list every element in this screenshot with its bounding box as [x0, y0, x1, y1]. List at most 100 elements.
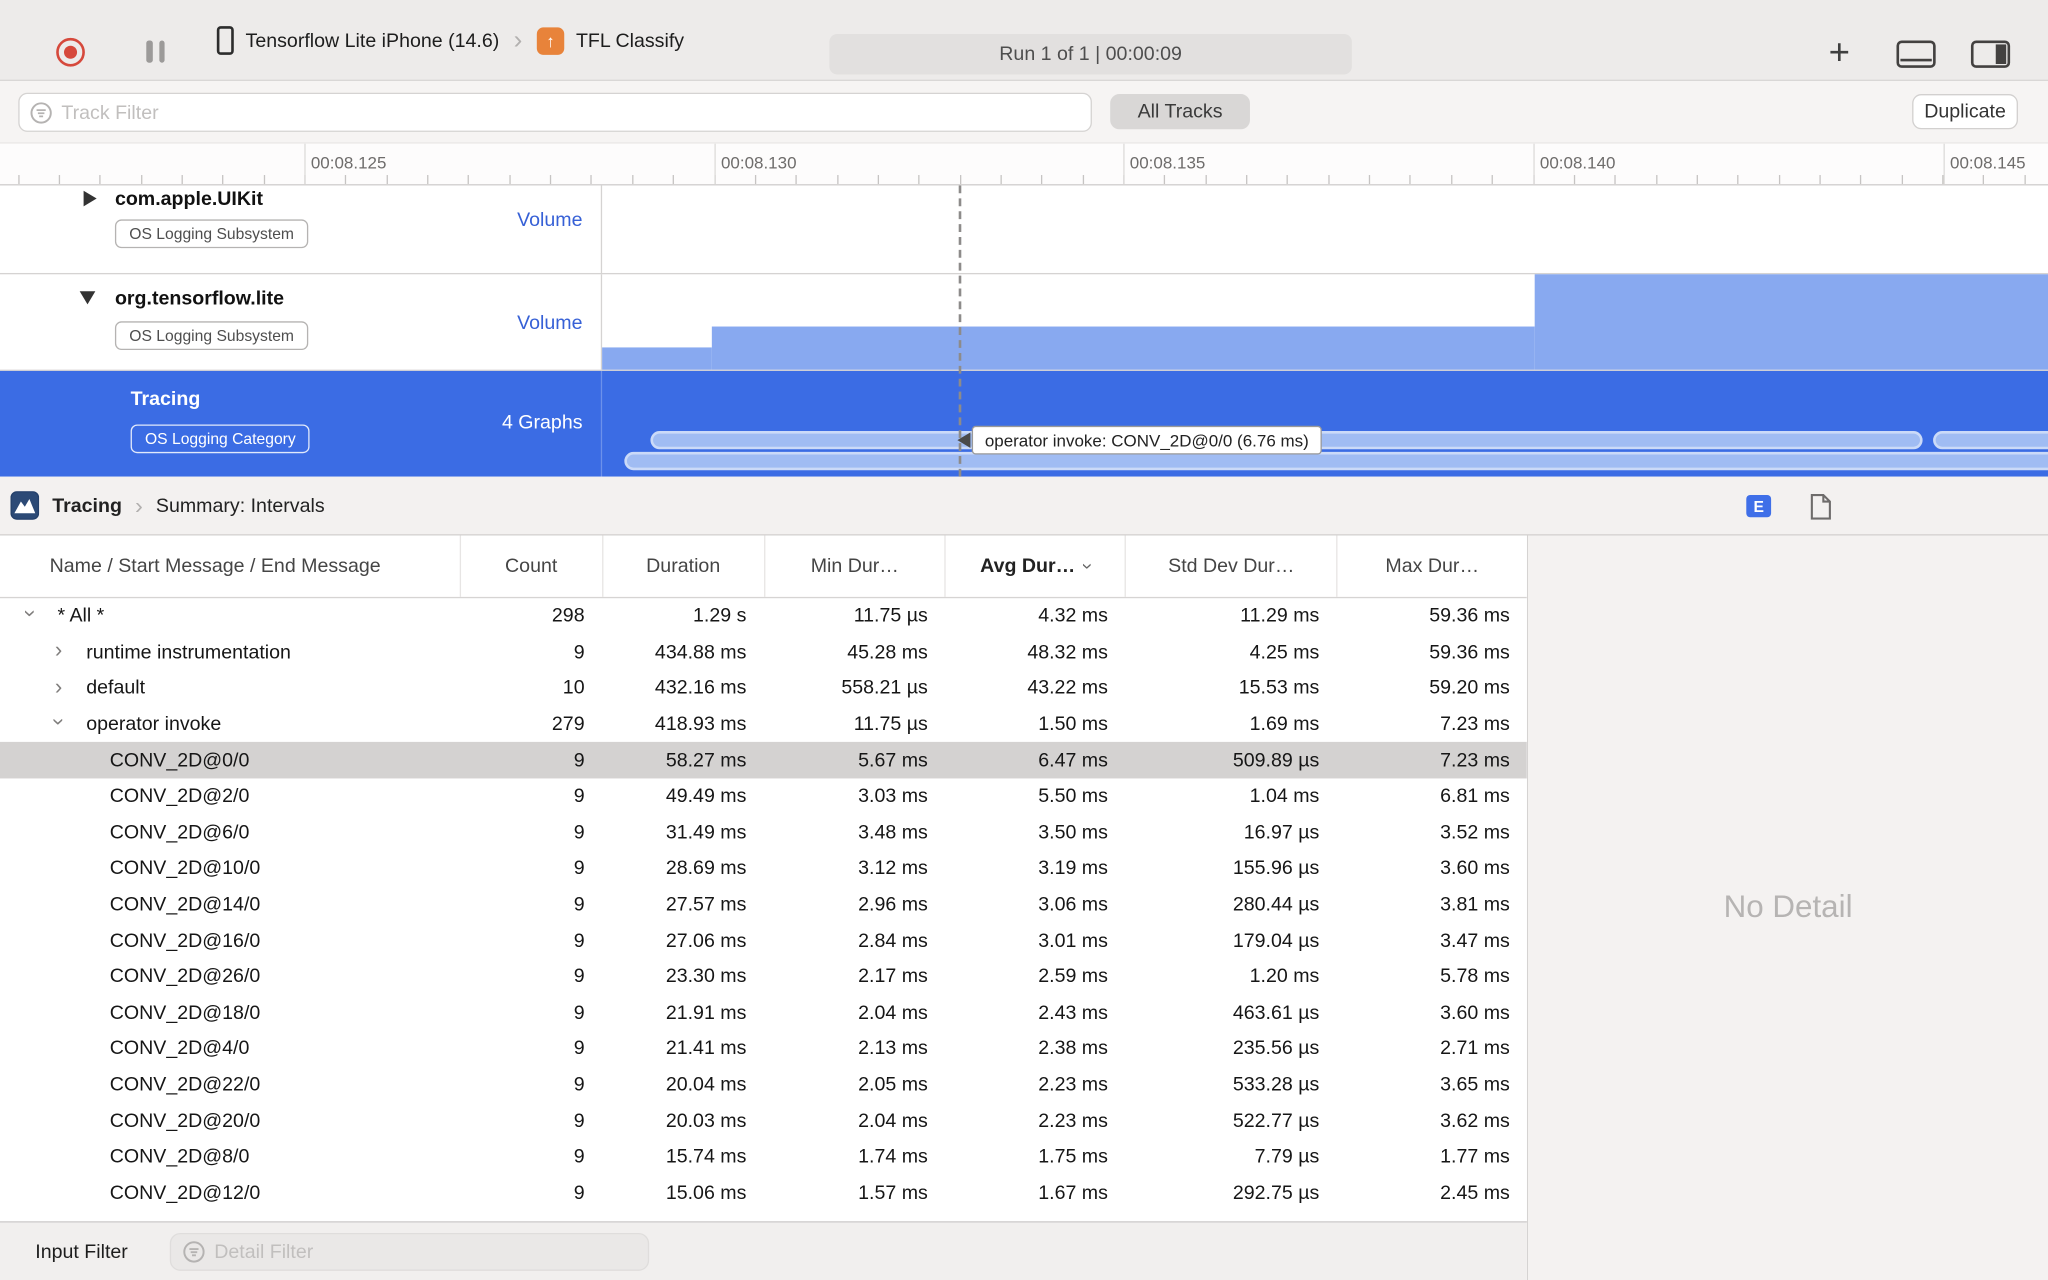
- column-header-avg-sorted[interactable]: Avg Dur… ›: [944, 535, 1125, 597]
- row-std-cell: 11.29 ms: [1240, 605, 1320, 628]
- track-list: com.apple.UIKit OS Logging Subsystem Vol…: [0, 185, 2048, 477]
- row-duration-cell: 21.41 ms: [665, 1037, 747, 1060]
- ruler-tick: [345, 175, 347, 185]
- device-name[interactable]: Tensorflow Lite iPhone (14.6): [246, 29, 500, 51]
- disclosure-collapsed-icon[interactable]: ›: [55, 674, 62, 700]
- row-max-cell: 7.23 ms: [1440, 749, 1510, 772]
- column-header-stddev[interactable]: Std Dev Dur…: [1124, 535, 1336, 597]
- ruler-tick: [918, 175, 920, 185]
- track-filter-field[interactable]: [18, 92, 1092, 132]
- all-tracks-button[interactable]: All Tracks: [1110, 94, 1250, 130]
- table-row[interactable]: CONV_2D@20/0 9 20.03 ms 2.04 ms 2.23 ms 522.7…: [0, 1103, 1527, 1139]
- table-row[interactable]: CONV_2D@6/0 9 31.49 ms 3.48 ms 3.50 ms 16.97 …: [0, 814, 1527, 850]
- track-header[interactable]: Tracing OS Logging Category 4 Graphs: [0, 370, 603, 477]
- interval-bar[interactable]: [1933, 431, 2048, 450]
- disclosure-collapsed-icon[interactable]: ›: [55, 638, 62, 664]
- input-filter-label[interactable]: Input Filter: [35, 1223, 128, 1280]
- row-min-cell: 2.04 ms: [858, 1109, 928, 1132]
- table-row[interactable]: CONV_2D@18/0 9 21.91 ms 2.04 ms 2.43 ms 463.6…: [0, 995, 1527, 1031]
- ruler-tick: [2024, 175, 2026, 185]
- row-duration-cell: 1.29 s: [693, 605, 747, 628]
- track-graph-area[interactable]: [602, 185, 2048, 273]
- column-header-count[interactable]: Count: [459, 535, 601, 597]
- toggle-right-panel-button[interactable]: [1970, 40, 2011, 68]
- track-header[interactable]: org.tensorflow.lite OS Logging Subsystem…: [0, 274, 603, 370]
- table-row[interactable]: › * All * 298 1.29 s 11.75 µs 4.32 ms 11.29 ms…: [0, 598, 1527, 634]
- ruler-tick: [1205, 175, 1207, 185]
- duplicate-button[interactable]: Duplicate: [1912, 94, 2018, 130]
- table-row[interactable]: › default 10 432.16 ms 558.21 µs 43.22 ms 15.5…: [0, 670, 1527, 706]
- disclosure-expanded-icon[interactable]: [79, 291, 96, 305]
- row-std-cell: 1.69 ms: [1249, 713, 1320, 736]
- column-header-name[interactable]: Name / Start Message / End Message: [0, 536, 459, 597]
- run-status-display[interactable]: Run 1 of 1 | 00:00:09: [829, 33, 1352, 75]
- device-target-selector[interactable]: Tensorflow Lite iPhone (14.6) › ↑ TFL Cl…: [216, 0, 684, 81]
- pause-bar-icon: [146, 40, 153, 63]
- table-row[interactable]: › operator invoke 279 418.93 ms 11.75 µs 1.50…: [0, 706, 1527, 742]
- ruler-major-tick: [304, 143, 306, 185]
- detail-filter-input[interactable]: [214, 1240, 637, 1264]
- table-row[interactable]: CONV_2D@22/0 9 20.04 ms 2.05 ms 2.23 ms 533.2…: [0, 1067, 1527, 1103]
- expanded-detail-button[interactable]: E: [1746, 495, 1772, 518]
- column-header-max[interactable]: Max Dur…: [1336, 535, 1527, 597]
- row-name-cell: CONV_2D@16/0: [0, 923, 459, 959]
- table-row[interactable]: CONV_2D@14/0 9 27.57 ms 2.96 ms 3.06 ms 280.4…: [0, 887, 1527, 923]
- row-count-cell: 9: [573, 965, 585, 988]
- add-instrument-button[interactable]: +: [1829, 31, 1850, 73]
- track-row-tensorflow[interactable]: org.tensorflow.lite OS Logging Subsystem…: [0, 274, 2048, 371]
- table-row[interactable]: CONV_2D@12/0 9 15.06 ms 1.57 ms 1.67 ms 292.7…: [0, 1175, 1527, 1211]
- table-row[interactable]: CONV_2D@10/0 9 28.69 ms 3.12 ms 3.19 ms 155.9…: [0, 850, 1527, 886]
- row-min-cell: 11.75 µs: [853, 605, 928, 628]
- breadcrumb-instrument[interactable]: Tracing: [52, 494, 122, 516]
- detail-filter-field[interactable]: [169, 1232, 650, 1271]
- target-name[interactable]: TFL Classify: [576, 29, 684, 51]
- track-filter-input[interactable]: [61, 101, 1081, 124]
- row-duration-cell: 15.06 ms: [665, 1181, 747, 1204]
- disclosure-collapsed-icon[interactable]: [83, 190, 97, 207]
- row-duration-cell: 432.16 ms: [654, 677, 747, 700]
- row-count-cell: 9: [573, 893, 585, 916]
- volume-area-segment: [1534, 274, 2048, 370]
- table-row[interactable]: › runtime instrumentation 9 434.88 ms 45.28 …: [0, 634, 1527, 670]
- ruler-tick: [58, 175, 60, 185]
- ruler-tick: [1409, 175, 1412, 185]
- disclosure-expanded-icon[interactable]: ›: [45, 718, 72, 725]
- column-header-duration[interactable]: Duration: [601, 535, 764, 597]
- track-header[interactable]: com.apple.UIKit OS Logging Subsystem Vol…: [0, 185, 603, 273]
- table-row[interactable]: CONV_2D@0/0 9 58.27 ms 5.67 ms 6.47 ms 509.89…: [0, 742, 1527, 779]
- track-row-tracing-selected[interactable]: Tracing OS Logging Category 4 Graphs ope…: [0, 370, 2048, 477]
- ruler-tick: [836, 175, 838, 185]
- column-header-min[interactable]: Min Dur…: [763, 535, 944, 597]
- table-row[interactable]: CONV_2D@16/0 9 27.06 ms 2.84 ms 3.01 ms 179.0…: [0, 923, 1527, 959]
- row-duration-cell: 28.69 ms: [665, 857, 747, 880]
- document-icon[interactable]: [1810, 493, 1831, 520]
- row-min-cell: 5.67 ms: [858, 749, 928, 772]
- track-meta-label[interactable]: Volume: [517, 312, 582, 334]
- record-button[interactable]: [56, 37, 85, 67]
- table-row[interactable]: CONV_2D@8/0 9 15.74 ms 1.74 ms 1.75 ms 7.79 µ…: [0, 1139, 1527, 1175]
- interval-bar[interactable]: [624, 451, 2048, 471]
- iphone-icon: [216, 26, 234, 55]
- row-name: CONV_2D@10/0: [109, 857, 261, 880]
- ruler-tick: [1164, 175, 1166, 185]
- row-min-cell: 558.21 µs: [841, 677, 928, 700]
- pause-button[interactable]: [146, 40, 165, 63]
- table-row[interactable]: CONV_2D@26/0 9 23.30 ms 2.17 ms 2.59 ms 1.20 …: [0, 959, 1527, 995]
- disclosure-expanded-icon[interactable]: ›: [17, 609, 43, 616]
- track-meta-label[interactable]: 4 Graphs: [502, 411, 583, 433]
- track-meta-label[interactable]: Volume: [517, 209, 582, 231]
- table-row[interactable]: CONV_2D@4/0 9 21.41 ms 2.13 ms 2.38 ms 235.56…: [0, 1031, 1527, 1067]
- table-row[interactable]: CONV_2D@2/0 9 49.49 ms 3.03 ms 5.50 ms 1.04 m…: [0, 778, 1527, 814]
- ruler-tick: [754, 175, 757, 185]
- track-row-uikit[interactable]: com.apple.UIKit OS Logging Subsystem Vol…: [0, 185, 2048, 275]
- track-graph-area[interactable]: operator invoke: CONV_2D@0/0 (6.76 ms): [602, 371, 2048, 477]
- row-min-cell: 11.75 µs: [853, 713, 928, 736]
- breadcrumb-view[interactable]: Summary: Intervals: [156, 494, 325, 516]
- track-graph-area[interactable]: [602, 274, 2048, 370]
- row-max-cell: 3.62 ms: [1440, 1109, 1510, 1132]
- timeline-ruler[interactable]: 00:08.125 00:08.130 00:08.135 00:08.140 00:0…: [0, 143, 2048, 186]
- row-avg-cell: 4.32 ms: [1038, 605, 1108, 628]
- toggle-bottom-panel-button[interactable]: [1896, 40, 1936, 68]
- row-min-cell: 45.28 ms: [847, 641, 928, 664]
- row-avg-cell: 3.19 ms: [1038, 857, 1108, 880]
